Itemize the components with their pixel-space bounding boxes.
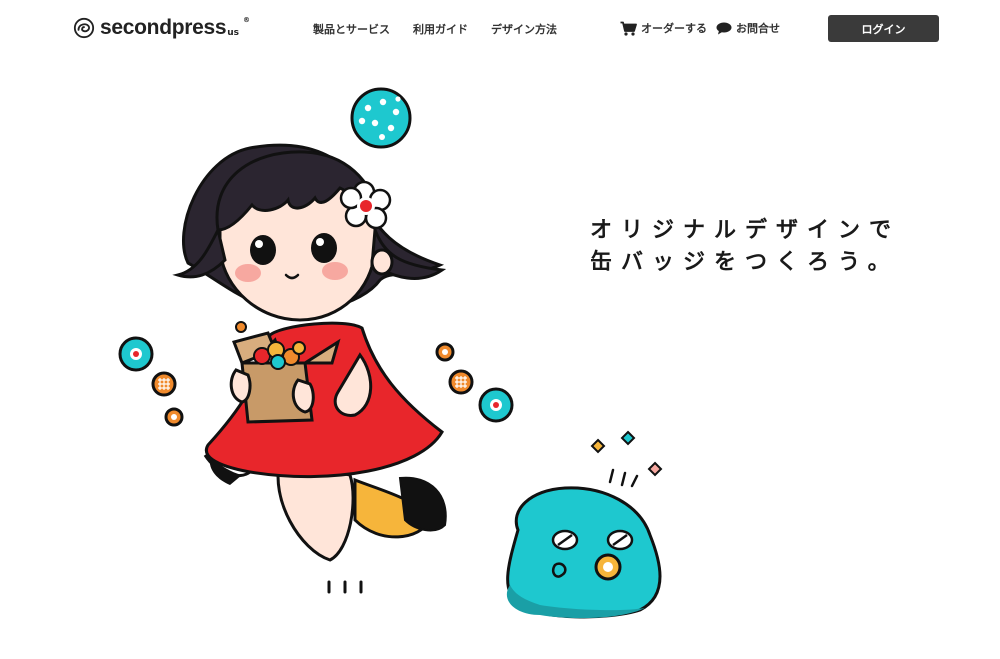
teal-blob-character (506, 430, 663, 619)
brand-logo[interactable]: secondpress us ® (73, 14, 250, 42)
login-button[interactable]: ログイン (828, 15, 939, 42)
site-header: secondpress us ® 製品とサービス 利用ガイド デザイン方法 オー… (0, 0, 1000, 58)
hero-catchphrase: オリジナルデザインで 缶バッジをつくろう。 (590, 215, 900, 279)
swirl-logo-icon (73, 17, 95, 39)
catch-line-1: オリジナルデザインで (590, 218, 901, 243)
contact-label: お問合せ (736, 22, 780, 35)
order-label: オーダーする (641, 22, 707, 35)
catch-line-2: 缶バッジをつくろう。 (590, 250, 899, 275)
order-link[interactable]: オーダーする (620, 20, 707, 36)
polka-badge-top (350, 87, 412, 149)
flower-hair-clip (339, 180, 392, 230)
speech-bubble-icon (716, 22, 732, 34)
brand-suffix: us (227, 28, 240, 38)
brand-name: secondpress (100, 16, 227, 39)
cart-icon (620, 21, 637, 36)
nav-item-design[interactable]: デザイン方法 (491, 21, 557, 37)
hero-illustration (118, 87, 663, 619)
contact-link[interactable]: お問合せ (716, 20, 780, 36)
nav-item-products[interactable]: 製品とサービス (313, 21, 390, 37)
nav-item-guide[interactable]: 利用ガイド (413, 21, 468, 37)
registered-mark: ® (243, 16, 251, 24)
